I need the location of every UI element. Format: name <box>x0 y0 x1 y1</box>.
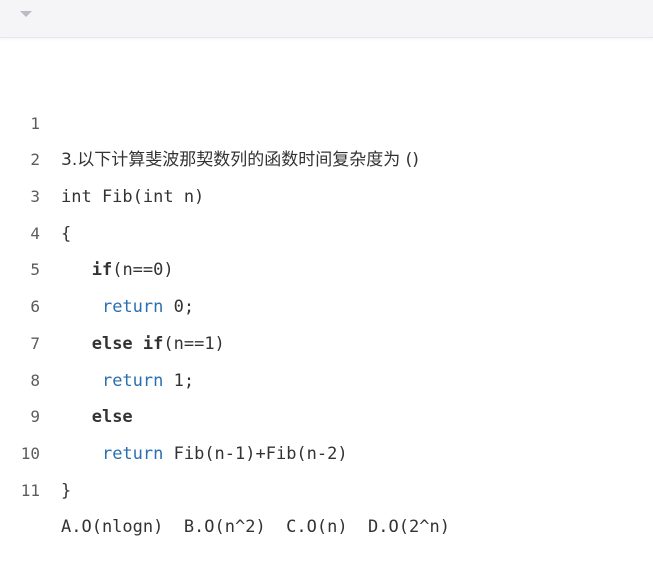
code-text: } <box>61 480 72 501</box>
code-line-3: 3 { <box>0 142 653 244</box>
code-line-4: 4 if(n==0) <box>0 179 653 281</box>
code-line-11: 11 A.O(nlogn) B.O(n^2) C.O(n) D.O(2^n) <box>0 436 653 538</box>
code-line-10: 10 } <box>0 399 653 501</box>
code-line-6: 6 else if(n==1) <box>0 252 653 354</box>
code-line-2: 2 int Fib(int n) <box>0 106 653 207</box>
code-block: 1 3.以下计算斐波那契数列的函数时间复杂度为 () 2 int Fib(int… <box>0 69 653 538</box>
code-block-toolbar <box>0 0 653 38</box>
code-line-5: 5 return 0; <box>0 216 653 317</box>
caret-down-icon[interactable] <box>20 11 32 17</box>
code-line-9: 9 return Fib(n-1)+Fib(n-2) <box>0 363 653 464</box>
code-text: A.O(nlogn) B.O(n^2) C.O(n) D.O(2^n) <box>61 517 450 538</box>
code-line-8: 8 else <box>0 326 653 428</box>
line-number: 11 <box>20 480 40 500</box>
code-line-1: 1 3.以下计算斐波那契数列的函数时间复杂度为 () <box>0 69 653 171</box>
code-line-7: 7 return 1; <box>0 289 653 391</box>
